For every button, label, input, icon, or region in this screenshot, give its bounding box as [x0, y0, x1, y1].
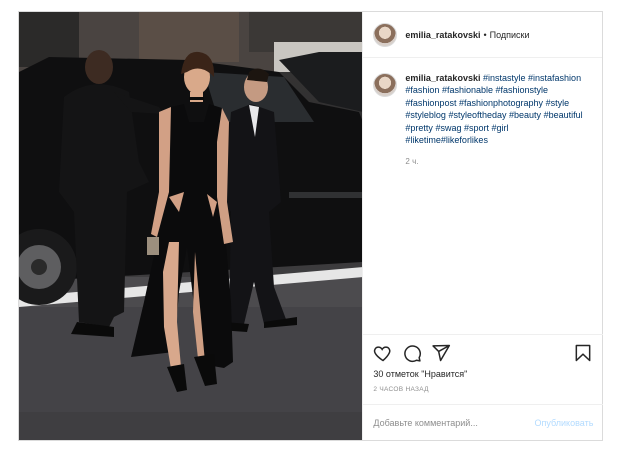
- hashtag-link[interactable]: #sport: [464, 123, 489, 133]
- hashtag-link[interactable]: #fashionpost: [405, 98, 456, 108]
- posted-time: 2 ЧАСОВ НАЗАД: [373, 386, 429, 393]
- hashtag-link[interactable]: #likeforlikes: [441, 135, 488, 145]
- hashtag-link[interactable]: #fashion: [405, 85, 439, 95]
- hashtag-link[interactable]: #girl: [492, 123, 509, 133]
- follow-status-button[interactable]: Подписки: [490, 30, 530, 40]
- caption-time: 2 ч.: [405, 157, 419, 167]
- hashtag-link[interactable]: #fashionphotography: [459, 98, 543, 108]
- action-icons: [373, 343, 451, 363]
- publish-button[interactable]: Опубликовать: [535, 418, 594, 428]
- hashtag-link[interactable]: #styleblog: [405, 110, 446, 120]
- caption-avatar[interactable]: [373, 73, 398, 97]
- hashtag-link[interactable]: #instastyle: [483, 73, 526, 83]
- share-icon[interactable]: [431, 343, 451, 363]
- heart-icon[interactable]: [373, 343, 393, 363]
- hashtag-link[interactable]: #pretty: [405, 123, 433, 133]
- post-header: emilia_ratakovski • Подписки: [363, 12, 602, 58]
- comment-icon[interactable]: [402, 343, 422, 363]
- hashtag-link[interactable]: #fashionstyle: [496, 85, 549, 95]
- instagram-post: emilia_ratakovski • Подписки emilia_rata…: [18, 11, 604, 441]
- likes-count[interactable]: 30 отметок "Нравится": [373, 369, 467, 379]
- caption-username[interactable]: emilia_ratakovski: [405, 73, 480, 83]
- caption-block: emilia_ratakovski #instastyle #instafash…: [363, 58, 602, 169]
- hashtag-link[interactable]: #fashionable: [442, 85, 493, 95]
- comment-row: Опубликовать: [363, 404, 604, 440]
- post-photo-image: [19, 12, 363, 440]
- post-side-panel: emilia_ratakovski • Подписки emilia_rata…: [362, 12, 604, 440]
- hashtag-link[interactable]: #swag: [435, 123, 461, 133]
- hashtag-list: #instastyle #instafashion #fashion #fash…: [405, 73, 582, 145]
- avatar[interactable]: [373, 22, 398, 47]
- separator-dot: •: [483, 29, 487, 40]
- hashtag-link[interactable]: #beautiful: [544, 110, 583, 120]
- hashtag-link[interactable]: #beauty: [509, 110, 541, 120]
- caption: emilia_ratakovski #instastyle #instafash…: [405, 72, 585, 169]
- hashtag-link[interactable]: #style: [546, 98, 570, 108]
- header-username[interactable]: emilia_ratakovski: [405, 30, 480, 40]
- post-photo[interactable]: [19, 12, 363, 440]
- bookmark-icon[interactable]: [573, 343, 593, 363]
- hashtag-link[interactable]: #instafashion: [528, 73, 581, 83]
- comment-input[interactable]: [373, 417, 535, 428]
- hashtag-link[interactable]: #styleoftheday: [448, 110, 506, 120]
- hashtag-link[interactable]: #liketime: [405, 135, 441, 145]
